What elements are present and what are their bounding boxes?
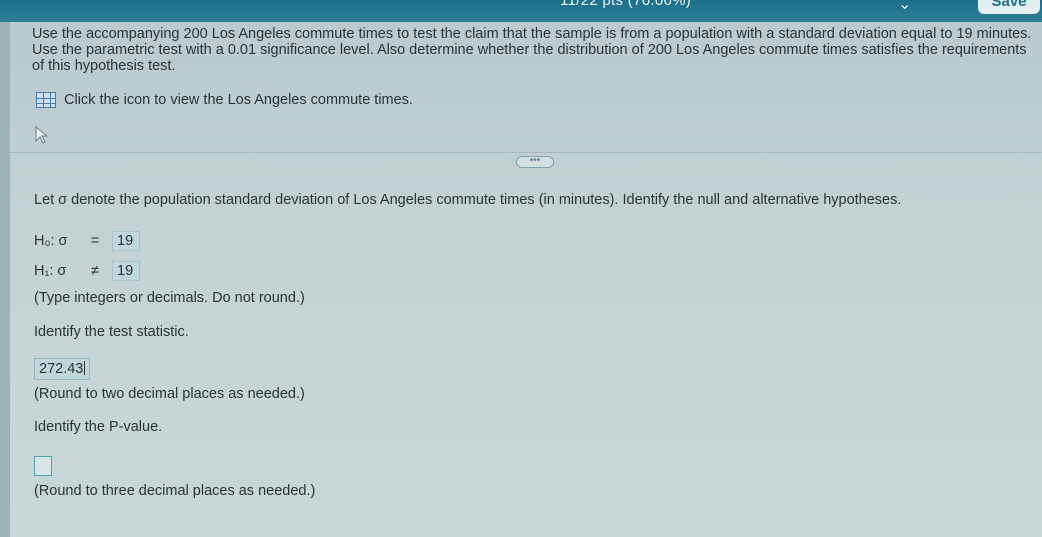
expand-button[interactable]: ••• xyxy=(516,156,554,168)
data-link[interactable]: Click the icon to view the Los Angeles c… xyxy=(36,92,413,108)
h1-label: H₁: σ xyxy=(34,263,67,279)
h0-operator[interactable]: = xyxy=(78,233,112,249)
pvalue-input[interactable] xyxy=(34,456,52,476)
h0-value-field[interactable]: 19 xyxy=(112,231,140,251)
h0-label: H₀: σ xyxy=(34,233,68,249)
pvalue-prompt: Identify the P-value. xyxy=(34,419,163,435)
chevron-down-icon[interactable]: ⌄ xyxy=(898,0,911,14)
test-stat-prompt: Identify the test statistic. xyxy=(34,324,189,340)
h1-value-field[interactable]: 19 xyxy=(112,261,140,281)
hyp-note: (Type integers or decimals. Do not round… xyxy=(34,290,305,306)
mouse-pointer-icon xyxy=(35,126,49,144)
null-hypothesis-row: H₀: σ = 19 xyxy=(34,231,140,251)
alt-hypothesis-row: H₁: σ ≠ 19 xyxy=(34,261,140,281)
top-bar: 11/22 pts (76.06%) ⌄ Save xyxy=(0,0,1042,22)
pvalue-note: (Round to three decimal places as needed… xyxy=(34,483,316,499)
h1-operator[interactable]: ≠ xyxy=(78,263,112,279)
section-divider xyxy=(10,152,1042,153)
test-stat-input[interactable]: 272.43 xyxy=(34,358,91,380)
question-intro: Let σ denote the population standard dev… xyxy=(34,192,902,208)
prompt-text: Use the accompanying 200 Los Angeles com… xyxy=(32,26,1032,74)
question-prompt: Use the accompanying 200 Los Angeles com… xyxy=(32,26,1032,74)
data-link-text[interactable]: Click the icon to view the Los Angeles c… xyxy=(64,92,413,108)
table-grid-icon[interactable] xyxy=(36,92,56,108)
save-button[interactable]: Save xyxy=(978,0,1040,14)
left-edge xyxy=(0,22,10,537)
score-text: 11/22 pts (76.06%) xyxy=(560,0,692,9)
test-stat-note: (Round to two decimal places as needed.) xyxy=(34,386,305,402)
